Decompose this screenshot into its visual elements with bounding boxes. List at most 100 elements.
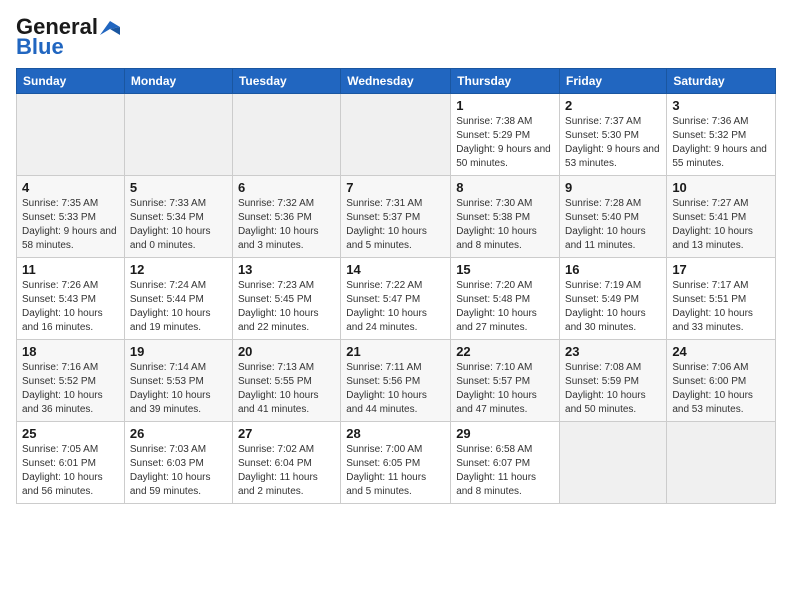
- day-cell: 24 Sunrise: 7:06 AMSunset: 6:00 PMDayligh…: [667, 340, 776, 422]
- day-info: Sunrise: 7:37 AMSunset: 5:30 PMDaylight:…: [565, 115, 661, 171]
- day-info: Sunrise: 7:28 AMSunset: 5:40 PMDaylight:…: [565, 197, 661, 253]
- day-info: Sunrise: 7:05 AMSunset: 6:01 PMDaylight:…: [22, 443, 119, 499]
- week-row-1: 4 Sunrise: 7:35 AMSunset: 5:33 PMDaylight…: [17, 176, 776, 258]
- header-tuesday: Tuesday: [232, 69, 340, 94]
- day-info: Sunrise: 7:30 AMSunset: 5:38 PMDaylight:…: [456, 197, 554, 253]
- calendar-body: 1 Sunrise: 7:38 AMSunset: 5:29 PMDaylight…: [17, 94, 776, 504]
- day-number: 29: [456, 426, 554, 441]
- day-info: Sunrise: 6:58 AMSunset: 6:07 PMDaylight:…: [456, 443, 554, 499]
- day-info: Sunrise: 7:22 AMSunset: 5:47 PMDaylight:…: [346, 279, 445, 335]
- day-cell: 22 Sunrise: 7:10 AMSunset: 5:57 PMDayligh…: [451, 340, 560, 422]
- day-info: Sunrise: 7:00 AMSunset: 6:05 PMDaylight:…: [346, 443, 445, 499]
- calendar-table: SundayMondayTuesdayWednesdayThursdayFrid…: [16, 68, 776, 504]
- day-cell: 6Sunrise: 7:32 AMSunset: 5:36 PMDaylight…: [232, 176, 340, 258]
- header-thursday: Thursday: [451, 69, 560, 94]
- page-header: General Blue: [16, 16, 776, 60]
- header-saturday: Saturday: [667, 69, 776, 94]
- day-info: Sunrise: 7:17 AMSunset: 5:51 PMDaylight:…: [672, 279, 770, 335]
- day-info: Sunrise: 7:31 AMSunset: 5:37 PMDaylight:…: [346, 197, 445, 253]
- day-number: 19: [130, 344, 227, 359]
- day-number: 22: [456, 344, 554, 359]
- day-number: 18: [22, 344, 119, 359]
- header-sunday: Sunday: [17, 69, 125, 94]
- day-info: Sunrise: 7:36 AMSunset: 5:32 PMDaylight:…: [672, 115, 770, 171]
- day-number: 6: [238, 180, 335, 195]
- day-info: Sunrise: 7:27 AMSunset: 5:41 PMDaylight:…: [672, 197, 770, 253]
- day-cell: 14Sunrise: 7:22 AMSunset: 5:47 PMDayligh…: [341, 258, 451, 340]
- day-cell: 27 Sunrise: 7:02 AMSunset: 6:04 PMDayligh…: [232, 422, 340, 504]
- day-cell: 1 Sunrise: 7:38 AMSunset: 5:29 PMDaylight…: [451, 94, 560, 176]
- logo-bird-icon: [100, 21, 120, 35]
- day-cell: 3 Sunrise: 7:36 AMSunset: 5:32 PMDaylight…: [667, 94, 776, 176]
- day-info: Sunrise: 7:16 AMSunset: 5:52 PMDaylight:…: [22, 361, 119, 417]
- day-info: Sunrise: 7:33 AMSunset: 5:34 PMDaylight:…: [130, 197, 227, 253]
- week-row-4: 25 Sunrise: 7:05 AMSunset: 6:01 PMDayligh…: [17, 422, 776, 504]
- logo-blue: Blue: [16, 34, 64, 60]
- day-cell: 11 Sunrise: 7:26 AMSunset: 5:43 PMDayligh…: [17, 258, 125, 340]
- day-number: 24: [672, 344, 770, 359]
- day-cell: 18 Sunrise: 7:16 AMSunset: 5:52 PMDayligh…: [17, 340, 125, 422]
- day-info: Sunrise: 7:26 AMSunset: 5:43 PMDaylight:…: [22, 279, 119, 335]
- day-number: 4: [22, 180, 119, 195]
- day-info: Sunrise: 7:02 AMSunset: 6:04 PMDaylight:…: [238, 443, 335, 499]
- day-cell: 23 Sunrise: 7:08 AMSunset: 5:59 PMDayligh…: [560, 340, 667, 422]
- day-cell: 17 Sunrise: 7:17 AMSunset: 5:51 PMDayligh…: [667, 258, 776, 340]
- day-cell: 21 Sunrise: 7:11 AMSunset: 5:56 PMDayligh…: [341, 340, 451, 422]
- day-info: Sunrise: 7:20 AMSunset: 5:48 PMDaylight:…: [456, 279, 554, 335]
- day-info: Sunrise: 7:38 AMSunset: 5:29 PMDaylight:…: [456, 115, 554, 171]
- day-cell: 2 Sunrise: 7:37 AMSunset: 5:30 PMDaylight…: [560, 94, 667, 176]
- day-cell: 13 Sunrise: 7:23 AMSunset: 5:45 PMDayligh…: [232, 258, 340, 340]
- day-info: Sunrise: 7:24 AMSunset: 5:44 PMDaylight:…: [130, 279, 227, 335]
- day-cell: [341, 94, 451, 176]
- day-cell: 12Sunrise: 7:24 AMSunset: 5:44 PMDayligh…: [124, 258, 232, 340]
- day-number: 1: [456, 98, 554, 113]
- day-number: 17: [672, 262, 770, 277]
- day-cell: 28Sunrise: 7:00 AMSunset: 6:05 PMDayligh…: [341, 422, 451, 504]
- day-cell: 19 Sunrise: 7:14 AMSunset: 5:53 PMDayligh…: [124, 340, 232, 422]
- day-info: Sunrise: 7:10 AMSunset: 5:57 PMDaylight:…: [456, 361, 554, 417]
- header-wednesday: Wednesday: [341, 69, 451, 94]
- day-number: 10: [672, 180, 770, 195]
- day-number: 11: [22, 262, 119, 277]
- day-cell: 20 Sunrise: 7:13 AMSunset: 5:55 PMDayligh…: [232, 340, 340, 422]
- day-info: Sunrise: 7:13 AMSunset: 5:55 PMDaylight:…: [238, 361, 335, 417]
- week-row-2: 11 Sunrise: 7:26 AMSunset: 5:43 PMDayligh…: [17, 258, 776, 340]
- day-info: Sunrise: 7:03 AMSunset: 6:03 PMDaylight:…: [130, 443, 227, 499]
- day-info: Sunrise: 7:06 AMSunset: 6:00 PMDaylight:…: [672, 361, 770, 417]
- day-cell: 7Sunrise: 7:31 AMSunset: 5:37 PMDaylight…: [341, 176, 451, 258]
- day-cell: 29 Sunrise: 6:58 AMSunset: 6:07 PMDayligh…: [451, 422, 560, 504]
- day-info: Sunrise: 7:19 AMSunset: 5:49 PMDaylight:…: [565, 279, 661, 335]
- day-cell: 26 Sunrise: 7:03 AMSunset: 6:03 PMDayligh…: [124, 422, 232, 504]
- day-cell: 25 Sunrise: 7:05 AMSunset: 6:01 PMDayligh…: [17, 422, 125, 504]
- day-cell: 10 Sunrise: 7:27 AMSunset: 5:41 PMDayligh…: [667, 176, 776, 258]
- day-cell: [17, 94, 125, 176]
- day-cell: 15 Sunrise: 7:20 AMSunset: 5:48 PMDayligh…: [451, 258, 560, 340]
- day-cell: [667, 422, 776, 504]
- day-info: Sunrise: 7:14 AMSunset: 5:53 PMDaylight:…: [130, 361, 227, 417]
- day-info: Sunrise: 7:23 AMSunset: 5:45 PMDaylight:…: [238, 279, 335, 335]
- day-cell: 4 Sunrise: 7:35 AMSunset: 5:33 PMDaylight…: [17, 176, 125, 258]
- day-info: Sunrise: 7:35 AMSunset: 5:33 PMDaylight:…: [22, 197, 119, 253]
- day-info: Sunrise: 7:11 AMSunset: 5:56 PMDaylight:…: [346, 361, 445, 417]
- header-monday: Monday: [124, 69, 232, 94]
- day-number: 3: [672, 98, 770, 113]
- day-info: Sunrise: 7:08 AMSunset: 5:59 PMDaylight:…: [565, 361, 661, 417]
- day-cell: 5 Sunrise: 7:33 AMSunset: 5:34 PMDaylight…: [124, 176, 232, 258]
- calendar-header-row: SundayMondayTuesdayWednesdayThursdayFrid…: [17, 69, 776, 94]
- day-number: 5: [130, 180, 227, 195]
- day-number: 26: [130, 426, 227, 441]
- day-number: 16: [565, 262, 661, 277]
- day-number: 15: [456, 262, 554, 277]
- day-number: 25: [22, 426, 119, 441]
- day-cell: 16 Sunrise: 7:19 AMSunset: 5:49 PMDayligh…: [560, 258, 667, 340]
- day-number: 27: [238, 426, 335, 441]
- day-number: 13: [238, 262, 335, 277]
- day-cell: [124, 94, 232, 176]
- week-row-3: 18 Sunrise: 7:16 AMSunset: 5:52 PMDayligh…: [17, 340, 776, 422]
- day-number: 9: [565, 180, 661, 195]
- day-number: 8: [456, 180, 554, 195]
- day-number: 21: [346, 344, 445, 359]
- day-number: 23: [565, 344, 661, 359]
- day-number: 20: [238, 344, 335, 359]
- day-number: 2: [565, 98, 661, 113]
